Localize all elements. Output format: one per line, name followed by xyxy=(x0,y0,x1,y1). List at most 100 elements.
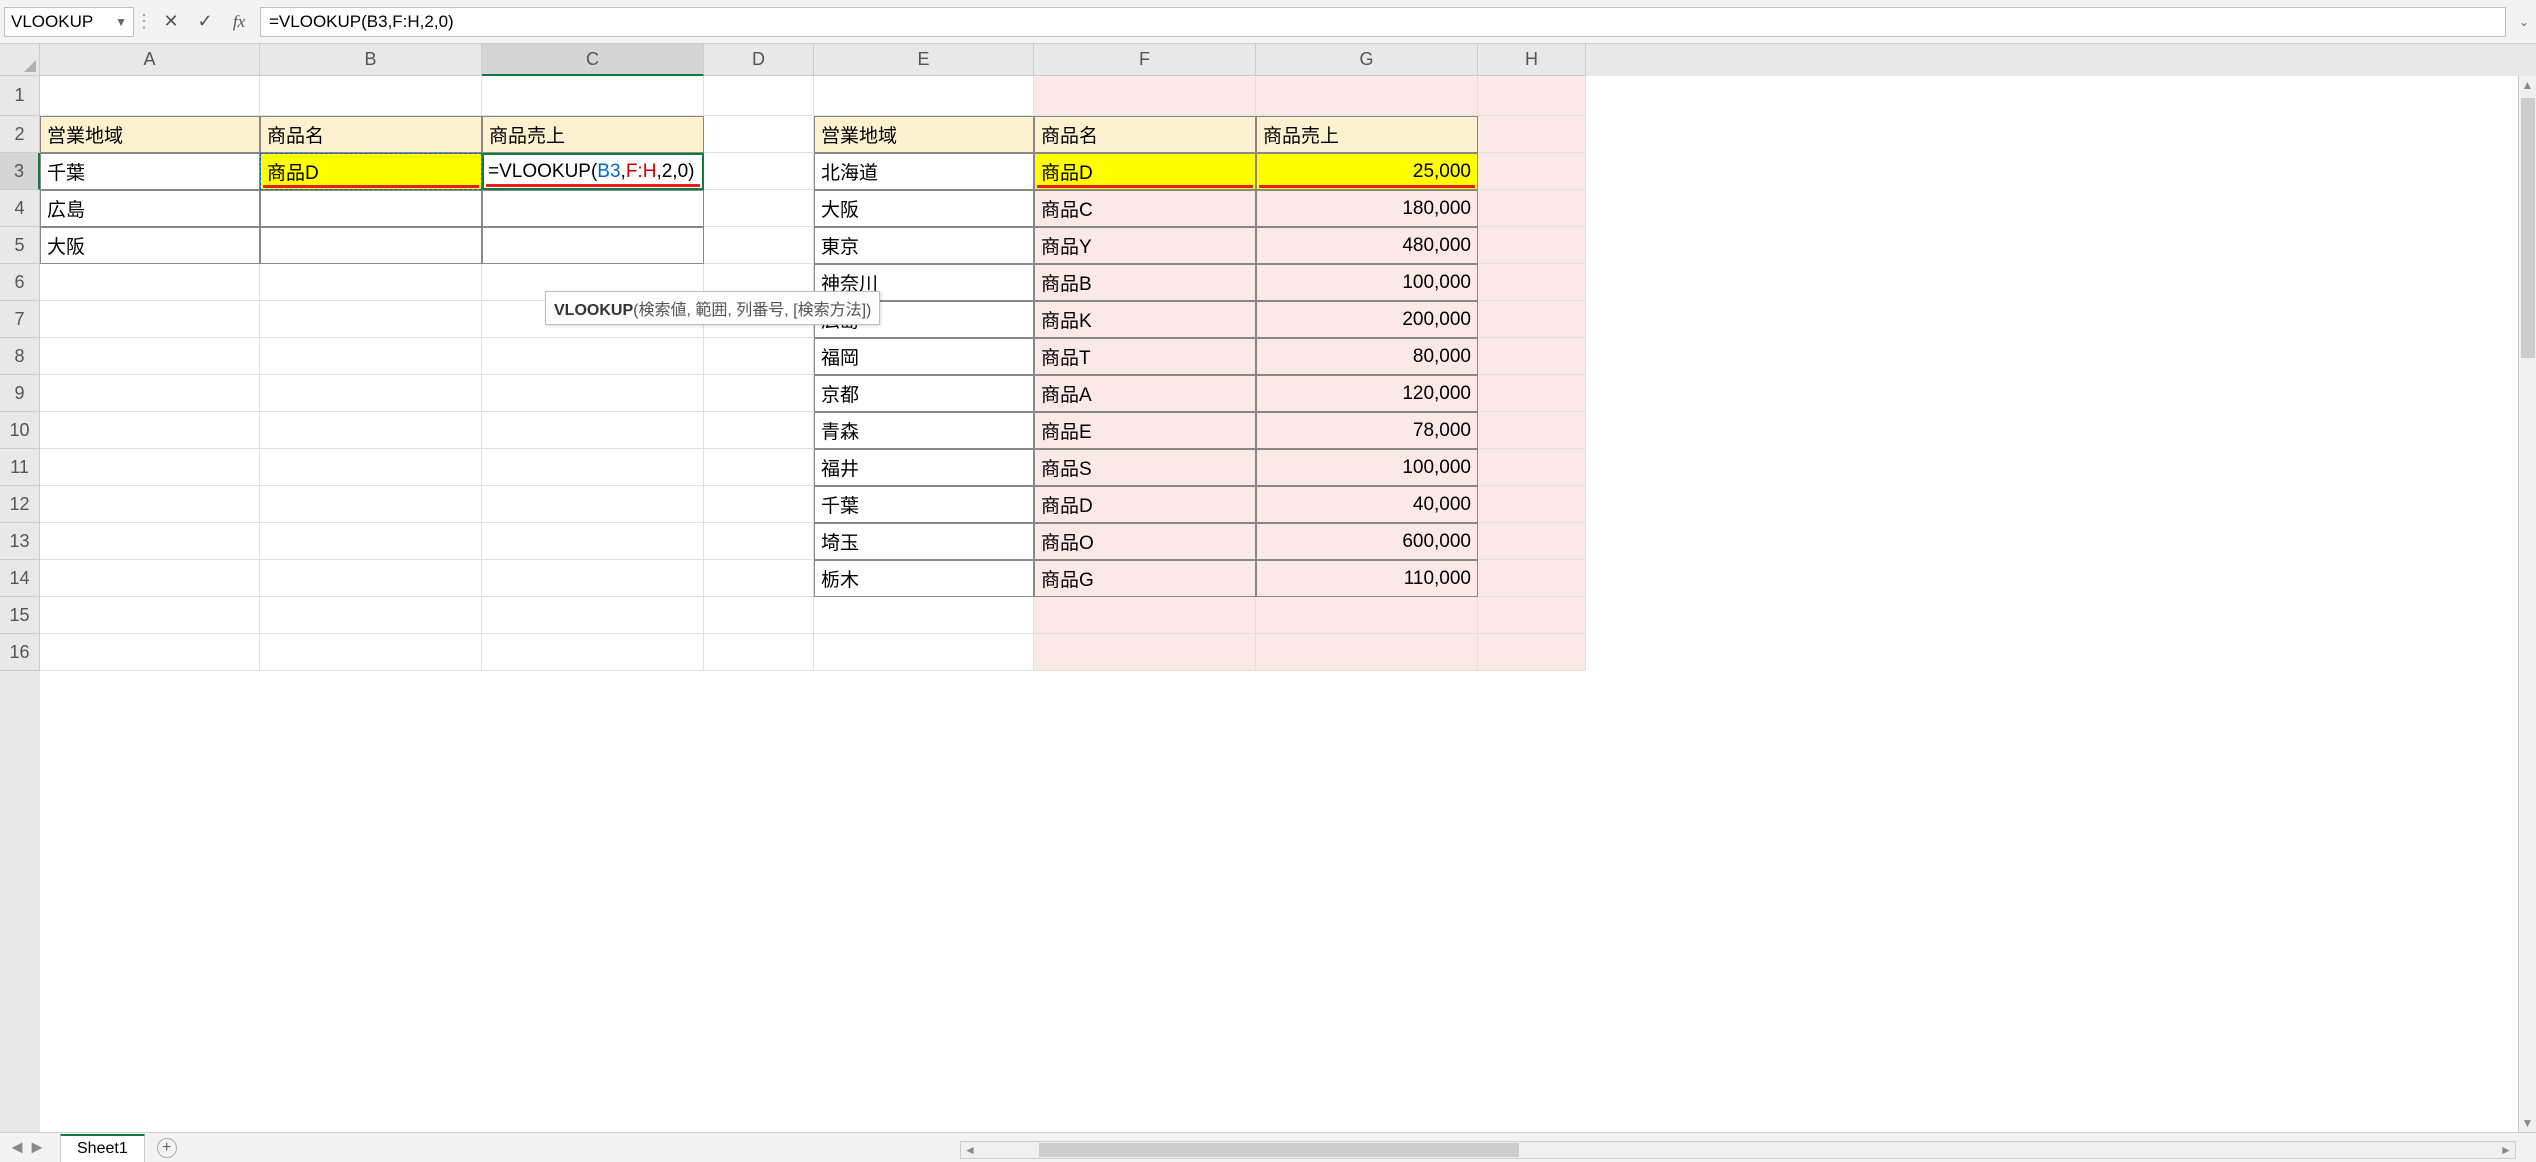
cell[interactable] xyxy=(260,338,482,375)
scroll-thumb[interactable] xyxy=(2521,98,2535,358)
cell[interactable]: 120,000 xyxy=(1256,375,1478,412)
cell[interactable] xyxy=(1478,523,1586,560)
cell[interactable]: 200,000 xyxy=(1256,301,1478,338)
cell[interactable] xyxy=(260,301,482,338)
cell[interactable] xyxy=(1478,375,1586,412)
cell[interactable] xyxy=(1478,301,1586,338)
insert-function-button[interactable]: fx xyxy=(222,7,256,37)
cell[interactable]: 180,000 xyxy=(1256,190,1478,227)
chevron-down-icon[interactable]: ▼ xyxy=(115,15,127,29)
row-header-16[interactable]: 16 xyxy=(0,634,40,671)
cell[interactable] xyxy=(1034,634,1256,671)
cell[interactable] xyxy=(482,412,704,449)
cell[interactable]: 商品B xyxy=(1034,264,1256,301)
row-header-15[interactable]: 15 xyxy=(0,597,40,634)
cell[interactable]: 栃木 xyxy=(814,560,1034,597)
cell-header[interactable]: 商品売上 xyxy=(1256,116,1478,153)
cell[interactable]: 商品Y xyxy=(1034,227,1256,264)
scroll-right-icon[interactable]: ► xyxy=(2497,1143,2515,1157)
cell-header[interactable]: 営業地域 xyxy=(814,116,1034,153)
cell[interactable]: 商品A xyxy=(1034,375,1256,412)
cell[interactable] xyxy=(704,227,814,264)
cell[interactable] xyxy=(260,76,482,116)
cell[interactable] xyxy=(1478,412,1586,449)
row-header-13[interactable]: 13 xyxy=(0,523,40,560)
cell[interactable] xyxy=(260,634,482,671)
cell[interactable]: 商品D xyxy=(1034,486,1256,523)
cell[interactable] xyxy=(1478,264,1586,301)
cell[interactable] xyxy=(482,634,704,671)
select-all-corner[interactable] xyxy=(0,44,40,76)
row-header-11[interactable]: 11 xyxy=(0,449,40,486)
cell[interactable] xyxy=(482,597,704,634)
cell-header[interactable]: 商品名 xyxy=(1034,116,1256,153)
sheet-nav-next-icon[interactable]: ► xyxy=(28,1137,46,1158)
cell[interactable] xyxy=(704,634,814,671)
row-header-7[interactable]: 7 xyxy=(0,301,40,338)
cell[interactable]: 大阪 xyxy=(814,190,1034,227)
col-header-A[interactable]: A xyxy=(40,44,260,76)
col-header-E[interactable]: E xyxy=(814,44,1034,76)
col-header-G[interactable]: G xyxy=(1256,44,1478,76)
cell[interactable] xyxy=(260,375,482,412)
cell[interactable] xyxy=(1478,560,1586,597)
cell[interactable] xyxy=(260,412,482,449)
cell[interactable] xyxy=(482,338,704,375)
row-header-12[interactable]: 12 xyxy=(0,486,40,523)
row-header-10[interactable]: 10 xyxy=(0,412,40,449)
cell[interactable]: 商品O xyxy=(1034,523,1256,560)
cell[interactable] xyxy=(40,634,260,671)
cell[interactable] xyxy=(40,523,260,560)
cell[interactable] xyxy=(1478,486,1586,523)
cell[interactable]: 100,000 xyxy=(1256,449,1478,486)
cell[interactable] xyxy=(260,523,482,560)
cell[interactable] xyxy=(814,634,1034,671)
cell-header[interactable]: 営業地域 xyxy=(40,116,260,153)
cell[interactable] xyxy=(704,523,814,560)
cell[interactable] xyxy=(482,523,704,560)
cell[interactable]: 商品T xyxy=(1034,338,1256,375)
cell[interactable] xyxy=(1256,597,1478,634)
cell[interactable] xyxy=(814,597,1034,634)
row-header-2[interactable]: 2 xyxy=(0,116,40,153)
cell[interactable] xyxy=(260,190,482,227)
cell[interactable] xyxy=(40,338,260,375)
cell[interactable] xyxy=(40,375,260,412)
cell[interactable] xyxy=(260,597,482,634)
cell[interactable] xyxy=(260,264,482,301)
row-header-1[interactable]: 1 xyxy=(0,76,40,116)
cell[interactable] xyxy=(704,486,814,523)
add-sheet-button[interactable]: + xyxy=(157,1138,177,1158)
cell[interactable] xyxy=(40,301,260,338)
cell[interactable]: 110,000 xyxy=(1256,560,1478,597)
scroll-down-icon[interactable]: ▼ xyxy=(2519,1114,2536,1132)
cell[interactable]: 78,000 xyxy=(1256,412,1478,449)
cell[interactable]: 商品S xyxy=(1034,449,1256,486)
row-header-6[interactable]: 6 xyxy=(0,264,40,301)
scroll-thumb[interactable] xyxy=(1039,1143,1519,1157)
vertical-scrollbar[interactable]: ▲ ▼ xyxy=(2518,76,2536,1132)
cell[interactable]: 商品D xyxy=(260,153,482,190)
cell[interactable]: 商品C xyxy=(1034,190,1256,227)
cell[interactable] xyxy=(482,486,704,523)
cell[interactable] xyxy=(40,486,260,523)
cell[interactable] xyxy=(40,264,260,301)
cell[interactable] xyxy=(40,76,260,116)
col-header-H[interactable]: H xyxy=(1478,44,1586,76)
cell[interactable] xyxy=(1478,634,1586,671)
cell[interactable] xyxy=(704,153,814,190)
cell[interactable]: 100,000 xyxy=(1256,264,1478,301)
cell[interactable]: 商品E xyxy=(1034,412,1256,449)
cell[interactable] xyxy=(704,449,814,486)
cell[interactable]: 千葉 xyxy=(814,486,1034,523)
col-header-D[interactable]: D xyxy=(704,44,814,76)
cell[interactable] xyxy=(704,560,814,597)
cell[interactable] xyxy=(40,597,260,634)
cell[interactable] xyxy=(704,338,814,375)
cell[interactable]: 埼玉 xyxy=(814,523,1034,560)
cell[interactable] xyxy=(482,227,704,264)
scroll-up-icon[interactable]: ▲ xyxy=(2519,76,2536,94)
cell[interactable] xyxy=(482,375,704,412)
cell[interactable]: 青森 xyxy=(814,412,1034,449)
cell[interactable] xyxy=(704,116,814,153)
